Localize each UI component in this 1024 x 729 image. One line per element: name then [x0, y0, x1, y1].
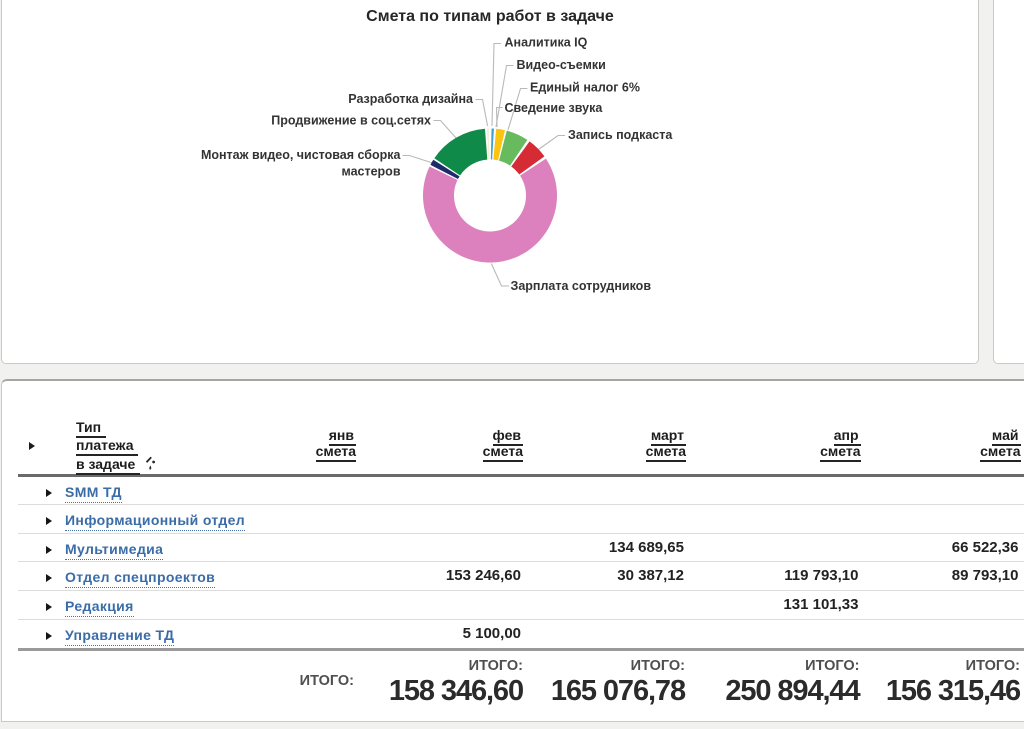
- svg-text:Аналитика IQ: Аналитика IQ: [505, 36, 588, 50]
- svg-text:Зарплата сотрудников: Зарплата сотрудников: [511, 279, 652, 293]
- svg-text:Единый налог 6%: Единый налог 6%: [530, 81, 640, 95]
- svg-text:Запись подкаста: Запись подкаста: [568, 128, 673, 142]
- svg-text:Разработка дизайна: Разработка дизайна: [348, 92, 474, 106]
- svg-text:Монтаж видео, чистовая сборка: Монтаж видео, чистовая сборка: [201, 148, 402, 162]
- svg-text:мастеров: мастеров: [341, 165, 400, 179]
- svg-text:Видео-съемки: Видео-съемки: [517, 58, 606, 72]
- svg-text:Продвижение в соц.сетях: Продвижение в соц.сетях: [271, 114, 431, 128]
- svg-text:Сведение звука: Сведение звука: [505, 101, 604, 115]
